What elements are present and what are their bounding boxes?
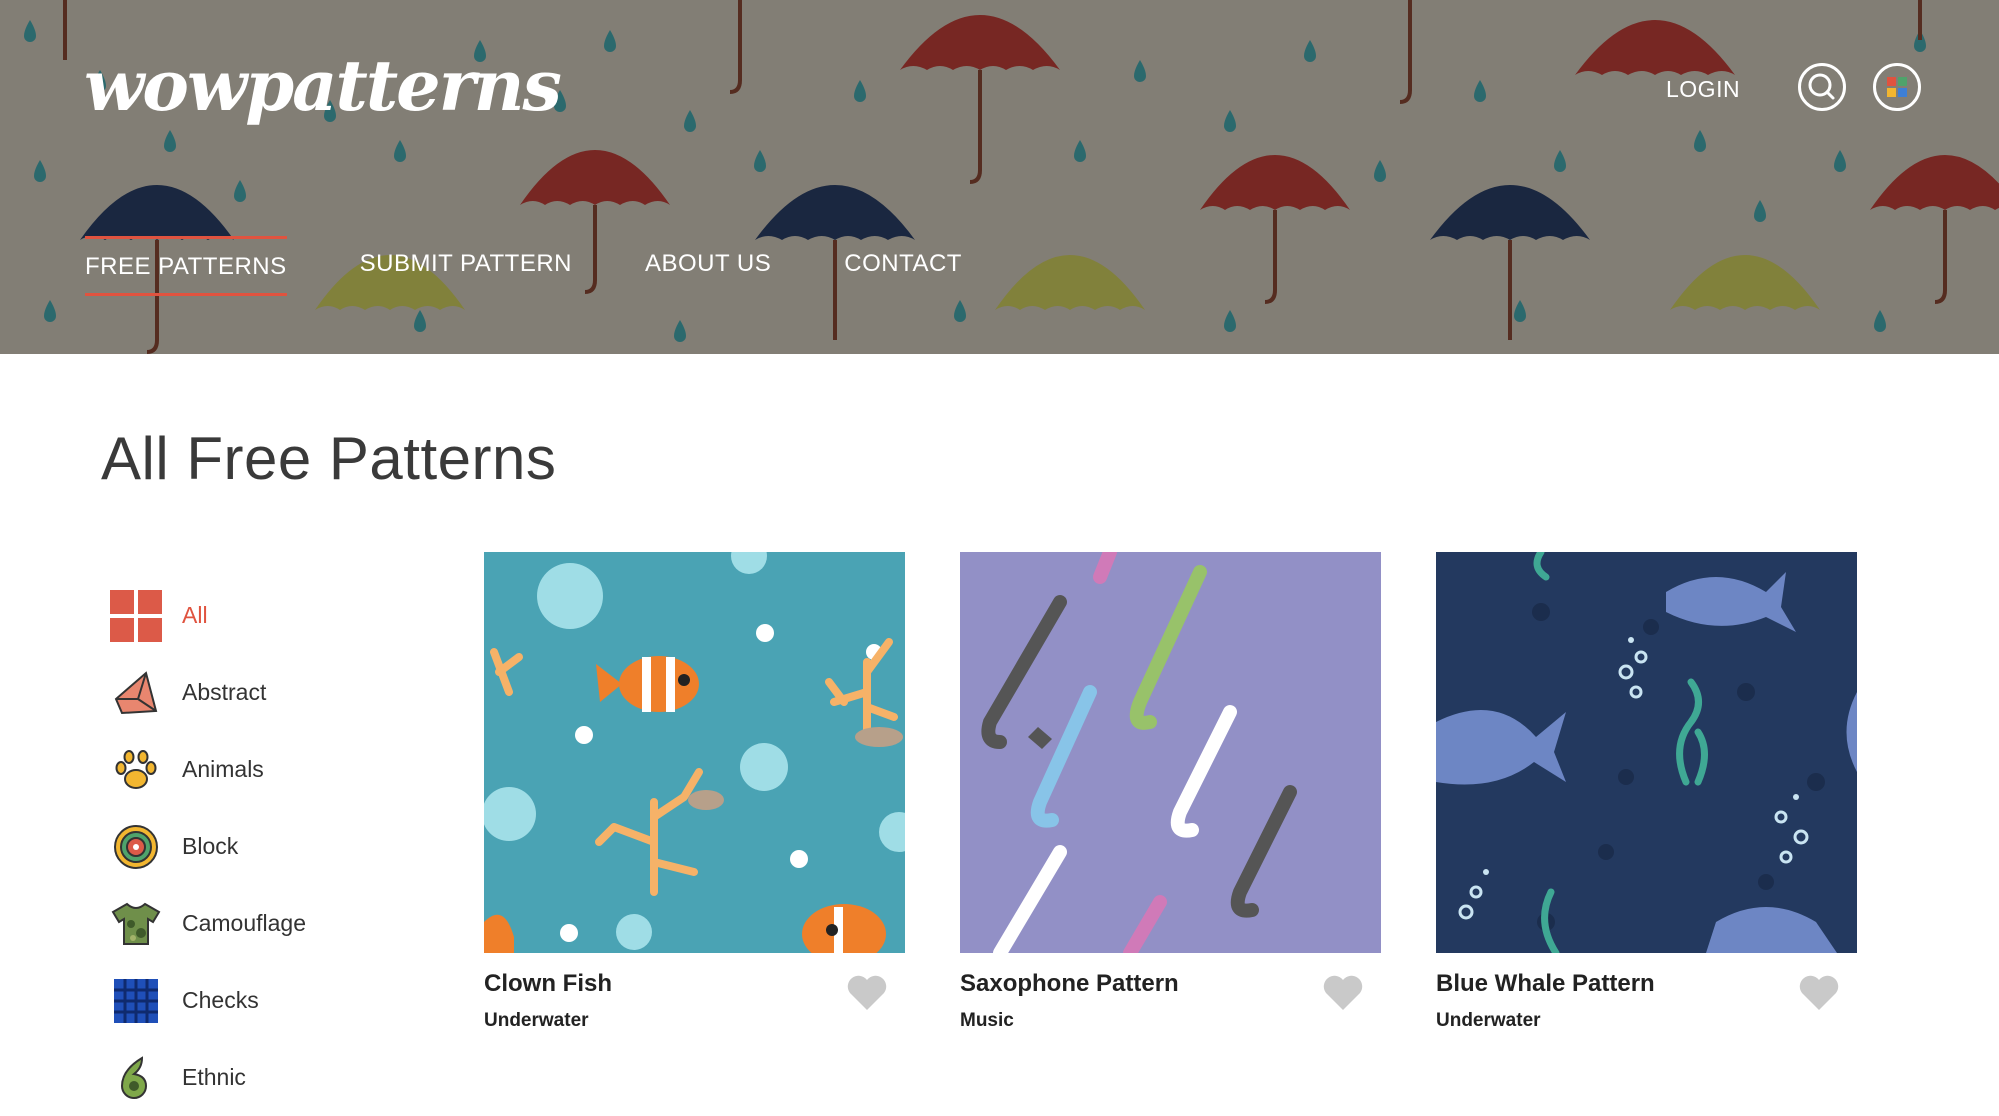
paw-icon <box>108 742 164 798</box>
category-label: Camouflage <box>182 910 307 936</box>
heart-icon[interactable] <box>845 972 889 1012</box>
category-block[interactable]: Block <box>108 808 306 885</box>
card-category[interactable]: Music <box>960 1010 1014 1032</box>
apps-menu-button[interactable] <box>1873 63 1921 111</box>
block-mandala-icon <box>108 819 164 875</box>
nav-contact[interactable]: CONTACT <box>844 236 962 296</box>
header-banner: wowpatterns LOGIN FREE PATTERNS SUBMIT P… <box>0 0 1999 354</box>
card-category[interactable]: Underwater <box>484 1010 589 1032</box>
category-label: Block <box>182 833 239 859</box>
page-title: All Free Patterns <box>101 425 557 492</box>
heart-icon[interactable] <box>1321 972 1365 1012</box>
card-title[interactable]: Blue Whale Pattern <box>1436 970 1655 998</box>
grid-icon <box>108 588 164 644</box>
pattern-card[interactable]: Blue Whale Pattern Underwater <box>1436 552 1857 1031</box>
card-title[interactable]: Clown Fish <box>484 970 612 998</box>
search-icon <box>1808 73 1835 100</box>
pattern-card[interactable]: Clown Fish Underwater <box>484 552 905 1031</box>
category-checks[interactable]: Checks <box>108 962 306 1039</box>
category-label: Abstract <box>182 679 267 705</box>
heart-icon[interactable] <box>1797 972 1841 1012</box>
category-camouflage[interactable]: Camouflage <box>108 885 306 962</box>
card-category[interactable]: Underwater <box>1436 1010 1541 1032</box>
paisley-icon <box>108 1050 164 1106</box>
category-ethnic[interactable]: Ethnic <box>108 1039 306 1116</box>
category-label: Checks <box>182 987 259 1013</box>
nav-about-us[interactable]: ABOUT US <box>645 236 771 296</box>
login-link[interactable]: LOGIN <box>1666 76 1740 103</box>
category-sidebar: All Abstract Animals Block Camouflage Ch… <box>108 577 306 1116</box>
pattern-thumbnail-saxophone[interactable] <box>960 552 1381 953</box>
pattern-thumbnail-clown-fish[interactable] <box>484 552 905 953</box>
checks-icon <box>108 973 164 1029</box>
site-logo[interactable]: wowpatterns <box>84 44 562 127</box>
category-label: All <box>182 602 208 628</box>
category-animals[interactable]: Animals <box>108 731 306 808</box>
apps-menu-icon <box>1887 77 1907 97</box>
pattern-card[interactable]: Saxophone Pattern Music <box>960 552 1381 1031</box>
nav-free-patterns[interactable]: FREE PATTERNS <box>85 236 287 296</box>
main-nav: FREE PATTERNS SUBMIT PATTERN ABOUT US CO… <box>85 236 1035 296</box>
card-title[interactable]: Saxophone Pattern <box>960 970 1179 998</box>
category-label: Ethnic <box>182 1064 246 1090</box>
category-label: Animals <box>182 756 264 782</box>
nav-submit-pattern[interactable]: SUBMIT PATTERN <box>360 236 572 296</box>
category-abstract[interactable]: Abstract <box>108 654 306 731</box>
search-button[interactable] <box>1798 63 1846 111</box>
category-all[interactable]: All <box>108 577 306 654</box>
abstract-shape-icon <box>108 665 164 721</box>
camouflage-shirt-icon <box>108 896 164 952</box>
pattern-thumbnail-blue-whale[interactable] <box>1436 552 1857 953</box>
